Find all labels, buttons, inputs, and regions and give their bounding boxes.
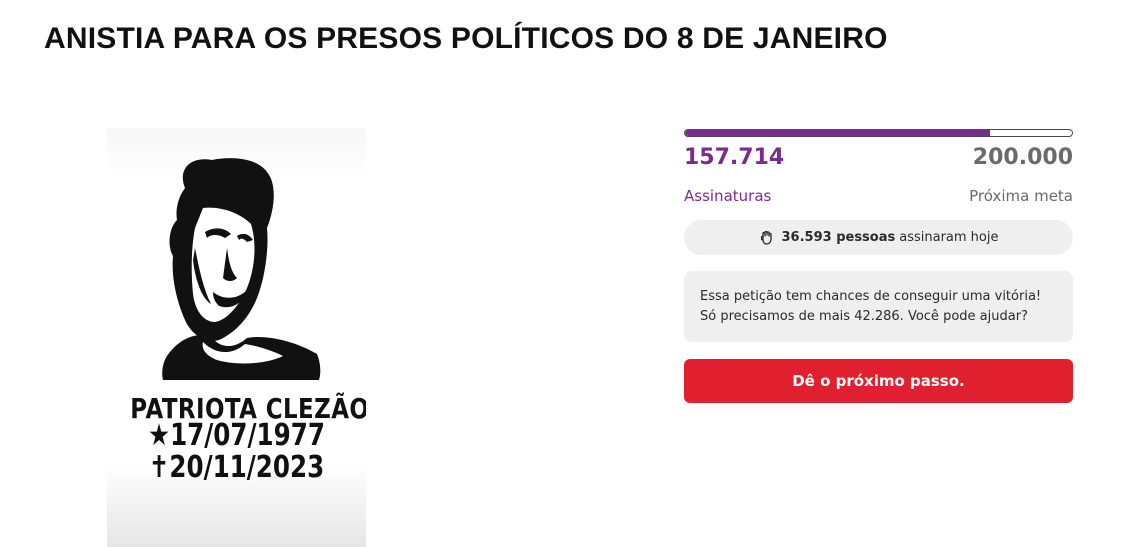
- victory-info-box: Essa petição tem chances de conseguir um…: [684, 271, 1073, 342]
- signatures-label: Assinaturas: [684, 187, 772, 205]
- signature-labels: Assinaturas Próxima meta: [684, 187, 1073, 209]
- next-step-button[interactable]: Dê o próximo passo.: [684, 359, 1073, 403]
- signature-progress-bar: [684, 129, 1073, 137]
- info-line-2: Só precisamos de mais 42.286. Você pode …: [700, 309, 1028, 324]
- signed-today-text: assinaram hoje: [899, 230, 999, 245]
- petition-title: ANISTIA PARA OS PRESOS POLÍTICOS DO 8 DE…: [44, 22, 888, 55]
- petition-image: PATRIOTA CLEZÃO ★17/07/1977 ✝20/11/2023: [107, 128, 366, 547]
- goal-count: 200.000: [972, 145, 1073, 170]
- image-caption-birth: ★17/07/1977: [148, 418, 325, 453]
- signature-count: 157.714: [684, 145, 785, 170]
- signed-today-badge: 36.593 pessoas assinaram hoje: [684, 220, 1073, 255]
- info-line-1: Essa petição tem chances de conseguir um…: [700, 289, 1042, 304]
- signed-today-count: 36.593 pessoas: [781, 230, 896, 245]
- signature-counts: 157.714 200.000: [684, 145, 1073, 179]
- signature-progress-fill: [685, 130, 991, 136]
- image-caption-death: ✝20/11/2023: [148, 450, 325, 485]
- goal-label: Próxima meta: [969, 187, 1073, 205]
- signature-panel: 157.714 200.000 Assinaturas Próxima meta…: [684, 129, 1073, 403]
- raised-fist-icon: [759, 230, 775, 246]
- portrait-silhouette: [162, 158, 321, 380]
